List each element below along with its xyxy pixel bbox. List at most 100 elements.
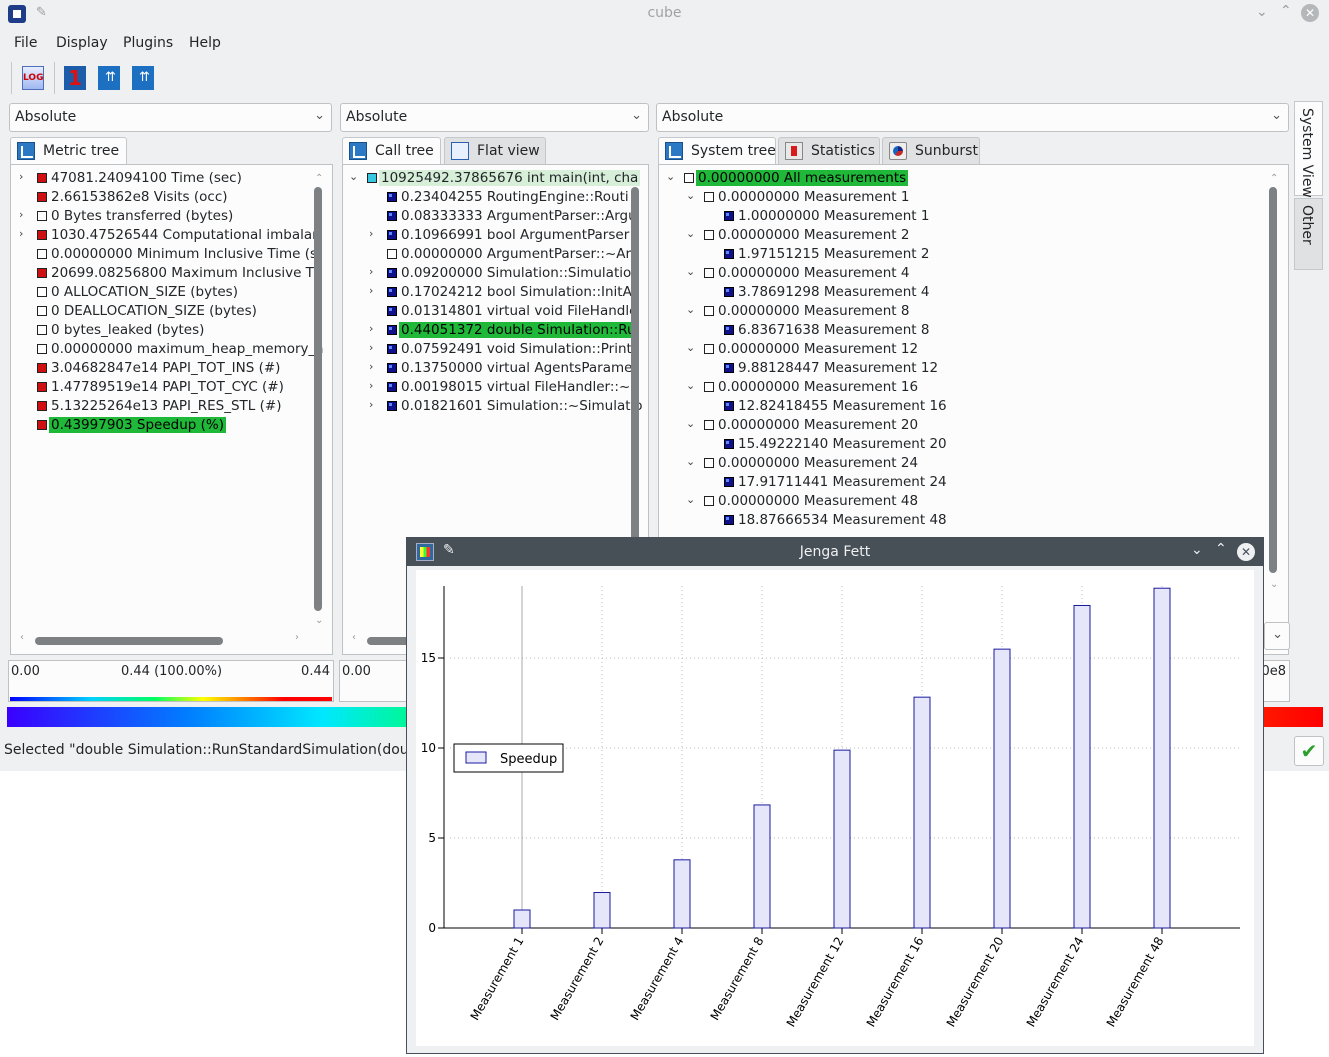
- expand-icon[interactable]: ›: [369, 398, 379, 411]
- menu-plugins[interactable]: Plugins: [123, 35, 173, 51]
- row-label: 0 DEALLOCATION_SIZE (bytes): [51, 303, 257, 319]
- expand-icon[interactable]: ›: [369, 265, 379, 278]
- chevron-down-icon: ⌄: [314, 108, 325, 123]
- minimize-button[interactable]: ⌄: [1191, 542, 1203, 558]
- tab-system-tree[interactable]: System tree: [658, 137, 776, 165]
- color-square-icon: [684, 173, 694, 183]
- row-label: 0.07592491 void Simulation::Print: [401, 341, 632, 357]
- metric-value-mode-select[interactable]: Absolute ⌄: [9, 103, 332, 132]
- color-square-icon: [724, 249, 734, 259]
- x-tick-label: Measurement 8: [708, 935, 767, 1023]
- collapse-icon[interactable]: ⌄: [686, 341, 696, 354]
- tab-system-view[interactable]: System View: [1294, 101, 1323, 198]
- row-label: 18.87666534 Measurement 48: [738, 512, 947, 528]
- scroll-right-icon[interactable]: ›: [295, 632, 299, 643]
- expand-icon[interactable]: ›: [369, 360, 379, 373]
- menu-display[interactable]: Display: [56, 35, 108, 51]
- collapse-icon[interactable]: ⌄: [686, 493, 696, 506]
- color-square-icon: [387, 306, 397, 316]
- log-scale-button[interactable]: LOG: [22, 66, 44, 90]
- color-square-icon: [37, 268, 47, 278]
- color-square-icon: [724, 287, 734, 297]
- collapse-icon[interactable]: ⌄: [686, 379, 696, 392]
- scroll-left-icon[interactable]: ‹: [352, 632, 356, 643]
- row-label: 0.00000000 Minimum Inclusive Time (s: [51, 246, 318, 262]
- plot-title-bar: ✎ Jenga Fett ⌄ ⌃ ✕: [407, 538, 1263, 566]
- expand-icon[interactable]: ›: [369, 379, 379, 392]
- tab-other[interactable]: Other: [1294, 198, 1323, 270]
- color-square-icon: [37, 401, 47, 411]
- scroll-up-icon[interactable]: ⌃: [1270, 173, 1278, 184]
- collapse-icon[interactable]: ⌄: [349, 170, 359, 183]
- row-label: 0.08333333 ArgumentParser::Argu: [401, 208, 637, 224]
- row-label: 0.01314801 virtual void FileHandle: [401, 303, 638, 319]
- color-square-icon: [387, 268, 397, 278]
- x-tick-label: Measurement 24: [1024, 935, 1087, 1030]
- tab-flat-view[interactable]: Flat view: [444, 137, 546, 164]
- row-label: 0.10966991 bool ArgumentParser: [401, 227, 630, 243]
- color-square-icon: [704, 496, 714, 506]
- row-label: 3.04682847e14 PAPI_TOT_INS (#): [51, 360, 281, 376]
- row-label: 15.49222140 Measurement 20: [738, 436, 947, 452]
- system-options-select[interactable]: ⌄: [1264, 622, 1290, 650]
- color-square-icon: [724, 439, 734, 449]
- maximize-button[interactable]: ⌃: [1280, 3, 1292, 19]
- menu-file[interactable]: File: [14, 35, 37, 51]
- expand-icon[interactable]: ›: [19, 227, 29, 240]
- tree-icon: [665, 142, 683, 160]
- range-selected: 0.44 (100.00%): [121, 664, 223, 679]
- x-tick-label: Measurement 4: [628, 935, 687, 1023]
- bar: [673, 859, 691, 929]
- color-square-icon: [704, 420, 714, 430]
- color-square-icon: [37, 306, 47, 316]
- row-label: 0.00000000 Measurement 48: [718, 493, 919, 509]
- collapse-icon[interactable]: ⌄: [666, 170, 676, 183]
- list-icon: [451, 142, 469, 160]
- bar: [513, 909, 531, 929]
- vertical-scrollbar[interactable]: [314, 187, 322, 611]
- scroll-up-icon[interactable]: ⌃: [315, 173, 323, 184]
- scroll-down-icon[interactable]: ⌄: [315, 615, 323, 626]
- maximize-button[interactable]: ⌃: [1215, 541, 1227, 557]
- collapse-icon[interactable]: ⌄: [686, 303, 696, 316]
- double-arrow-up-icon[interactable]: ⇈: [98, 66, 120, 90]
- collapse-icon[interactable]: ⌄: [686, 455, 696, 468]
- expand-icon[interactable]: ›: [369, 341, 379, 354]
- minimize-button[interactable]: ⌄: [1256, 4, 1268, 20]
- double-arrow-up-alt-icon[interactable]: ⇈: [132, 66, 154, 90]
- tab-call-tree[interactable]: Call tree: [342, 137, 441, 165]
- row-label: 0.00000000 Measurement 4: [718, 265, 910, 281]
- expand-icon[interactable]: ›: [369, 284, 379, 297]
- legend-label: Speedup: [500, 752, 557, 767]
- window-title: cube: [647, 5, 682, 21]
- row-label: 47081.24094100 Time (sec): [51, 170, 242, 186]
- one-button[interactable]: 1: [64, 66, 86, 90]
- expand-icon[interactable]: ›: [369, 227, 379, 240]
- scroll-down-icon[interactable]: ⌄: [1270, 579, 1278, 590]
- call-value-mode-select[interactable]: Absolute ⌄: [340, 103, 649, 132]
- row-label: 12.82418455 Measurement 16: [738, 398, 947, 414]
- system-value-mode-select[interactable]: Absolute ⌄: [656, 103, 1289, 132]
- checkmark-icon[interactable]: ✔: [1294, 736, 1324, 766]
- metric-value-mode: Absolute: [15, 109, 77, 125]
- x-tick-label: Measurement 20: [944, 935, 1007, 1030]
- statistics-icon: [785, 142, 803, 160]
- collapse-icon[interactable]: ⌄: [686, 265, 696, 278]
- menu-help[interactable]: Help: [189, 35, 221, 51]
- horizontal-scrollbar[interactable]: [35, 637, 223, 645]
- expand-icon[interactable]: ›: [369, 322, 379, 335]
- tab-metric-tree[interactable]: Metric tree: [10, 137, 127, 165]
- collapse-icon[interactable]: ⌄: [686, 227, 696, 240]
- tab-statistics[interactable]: Statistics: [778, 137, 880, 164]
- expand-icon[interactable]: ›: [19, 208, 29, 221]
- tab-sunburst[interactable]: Sunburst: [882, 137, 980, 164]
- collapse-icon[interactable]: ⌄: [686, 189, 696, 202]
- close-button[interactable]: ✕: [1237, 543, 1255, 561]
- expand-icon[interactable]: ›: [19, 170, 29, 183]
- tree-icon: [349, 142, 367, 160]
- color-square-icon: [387, 382, 397, 392]
- scroll-left-icon[interactable]: ‹: [20, 632, 24, 643]
- collapse-icon[interactable]: ⌄: [686, 417, 696, 430]
- vertical-scrollbar[interactable]: [1269, 187, 1277, 573]
- close-button[interactable]: ✕: [1301, 4, 1319, 22]
